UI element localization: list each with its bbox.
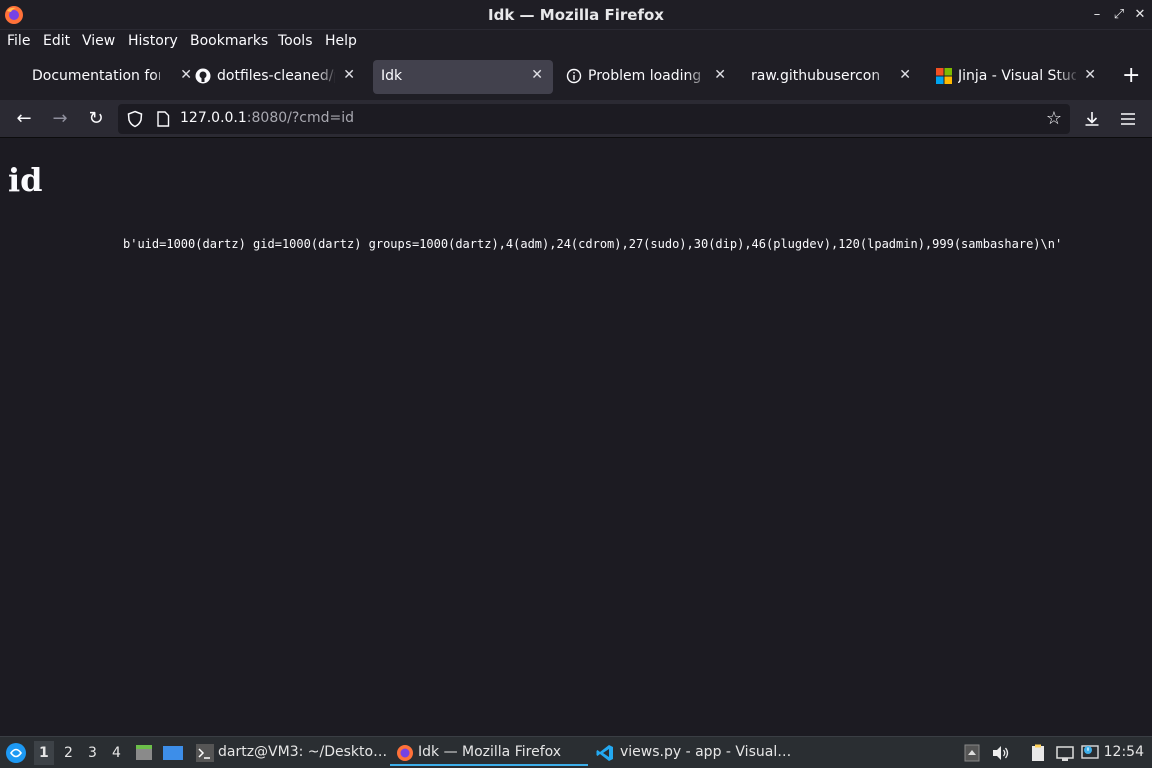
notification-icon[interactable] <box>1080 743 1100 763</box>
network-icon[interactable] <box>1055 743 1075 763</box>
tray-expand-icon[interactable] <box>962 743 982 763</box>
task-terminal[interactable]: dartz@VM3: ~/Deskto… <box>192 740 388 766</box>
github-icon <box>195 68 211 84</box>
task-label: dartz@VM3: ~/Deskto… <box>218 744 388 760</box>
window-titlebar[interactable]: Idk — Mozilla Firefox – ⤢ ✕ <box>0 0 1152 30</box>
minimize-button[interactable]: – <box>1088 6 1106 24</box>
menu-history[interactable]: History <box>128 33 178 49</box>
info-icon <box>566 68 582 84</box>
task-label: views.py - app - Visual… <box>620 744 792 760</box>
volume-icon[interactable] <box>990 743 1010 763</box>
close-window-button[interactable]: ✕ <box>1131 6 1149 24</box>
menu-help[interactable]: Help <box>325 33 357 49</box>
tab-documentation[interactable]: Documentation for ✕ <box>22 60 202 94</box>
menu-tools[interactable]: Tools <box>278 33 313 49</box>
close-icon[interactable]: ✕ <box>1084 67 1096 83</box>
taskbar: 1 2 3 4 dartz@VM3: ~/Deskto… Idk — Mozil… <box>0 736 1152 768</box>
workspace-4[interactable]: 4 <box>112 745 121 761</box>
tab-jinja[interactable]: Jinja - Visual Studio ✕ <box>926 60 1106 94</box>
back-button[interactable]: ← <box>10 106 38 132</box>
close-icon[interactable]: ✕ <box>899 67 911 83</box>
tab-idk[interactable]: Idk ✕ <box>373 60 553 94</box>
tab-label: raw.githubusercontent <box>751 68 879 84</box>
page-icon[interactable] <box>156 111 170 127</box>
close-icon[interactable]: ✕ <box>531 67 543 83</box>
command-output: b'uid=1000(dartz) gid=1000(dartz) groups… <box>123 237 1063 251</box>
menu-edit[interactable]: Edit <box>43 33 70 49</box>
tab-label: Idk <box>381 68 403 84</box>
tab-label: Documentation for <box>32 68 160 84</box>
terminal-icon <box>196 744 214 762</box>
clock[interactable]: 12:54 <box>1104 744 1144 760</box>
menu-bar: File Edit View History Bookmarks Tools H… <box>0 30 1152 54</box>
workspace-2[interactable]: 2 <box>64 745 73 761</box>
vscode-icon <box>596 745 613 761</box>
new-tab-button[interactable]: + <box>1122 63 1140 88</box>
url-bar[interactable]: 127.0.0.1:8080/?cmd=id ☆ <box>118 104 1070 134</box>
page-content: id b'uid=1000(dartz) gid=1000(dartz) gro… <box>0 139 1152 736</box>
window-title: Idk — Mozilla Firefox <box>488 6 664 24</box>
page-heading: id <box>8 161 43 199</box>
menu-bookmarks[interactable]: Bookmarks <box>190 33 268 49</box>
forward-button[interactable]: → <box>46 106 74 132</box>
tab-raw-githubusercontent[interactable]: raw.githubusercontent ✕ <box>741 60 921 94</box>
menu-file[interactable]: File <box>7 33 30 49</box>
task-label: Idk — Mozilla Firefox <box>418 744 562 760</box>
shield-icon[interactable] <box>126 110 144 128</box>
clipboard-icon[interactable] <box>1028 743 1048 763</box>
close-icon[interactable]: ✕ <box>343 67 355 83</box>
workspace-1[interactable]: 1 <box>34 741 54 765</box>
menu-view[interactable]: View <box>82 33 115 49</box>
desktop-icon[interactable] <box>162 743 184 763</box>
task-vscode[interactable]: views.py - app - Visual… <box>592 740 792 766</box>
tab-dotfiles[interactable]: dotfiles-cleaned/py ✕ <box>185 60 365 94</box>
reload-button[interactable]: ↻ <box>82 106 110 132</box>
tab-problem-loading[interactable]: Problem loading pa ✕ <box>556 60 736 94</box>
close-icon[interactable]: ✕ <box>714 67 726 83</box>
task-firefox[interactable]: Idk — Mozilla Firefox <box>390 740 588 766</box>
workspace-3[interactable]: 3 <box>88 745 97 761</box>
navigation-toolbar: ← → ↻ 127.0.0.1:8080/?cmd=id ☆ <box>0 100 1152 138</box>
bookmark-star-icon[interactable]: ☆ <box>1046 108 1062 129</box>
hamburger-menu-icon[interactable] <box>1118 109 1138 129</box>
url-text[interactable]: 127.0.0.1:8080/?cmd=id <box>180 110 354 126</box>
file-manager-icon[interactable] <box>134 743 154 763</box>
tab-strip: Documentation for ✕ dotfiles-cleaned/py … <box>0 54 1152 100</box>
maximize-button[interactable]: ⤢ <box>1110 6 1128 24</box>
start-menu-icon[interactable] <box>5 742 27 764</box>
download-icon[interactable] <box>1082 109 1102 129</box>
firefox-icon <box>397 745 413 761</box>
microsoft-icon <box>936 68 952 84</box>
